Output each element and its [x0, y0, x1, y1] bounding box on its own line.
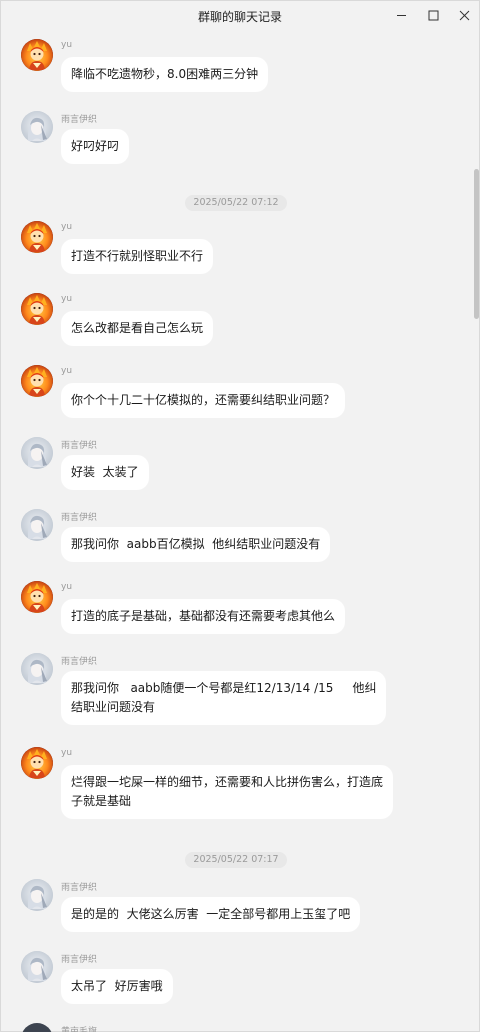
- message-bubble: 那我问你 aabb百亿模拟 他纠结职业问题没有: [61, 527, 331, 562]
- minimize-icon: [396, 10, 407, 21]
- avatar[interactable]: [21, 653, 53, 685]
- timestamp: 2025/05/22 07:12: [185, 195, 287, 211]
- timestamp-divider: 2025/05/22 07:12: [1, 190, 471, 211]
- message-bubble: 烂得跟一坨屎一样的细节，还需要和人比拼伤害么，打造底 子就是基础: [61, 765, 394, 819]
- avatar[interactable]: [21, 879, 53, 911]
- message-bubble: 降临不吃遗物秒，8.0困难两三分钟: [61, 57, 269, 92]
- sender-name: 雨言伊织: [61, 883, 98, 893]
- sender-name: yu: [61, 222, 73, 232]
- avatar[interactable]: [21, 581, 53, 613]
- maximize-button[interactable]: [419, 4, 447, 26]
- scrollbar-thumb[interactable]: [474, 169, 479, 319]
- close-button[interactable]: [450, 4, 478, 26]
- avatar[interactable]: [21, 747, 53, 779]
- sender-name: yu: [61, 748, 73, 758]
- timestamp: 2025/05/22 07:17: [185, 852, 287, 868]
- message-bubble: 是的是的 大佬这么厉害 一定全部号都用上玉玺了吧: [61, 897, 361, 932]
- message-bubble: 好装 太装了: [61, 455, 149, 490]
- avatar[interactable]: [21, 365, 53, 397]
- sender-name: yu: [61, 294, 73, 304]
- avatar[interactable]: [21, 39, 53, 71]
- sender-name: yu: [61, 366, 73, 376]
- maximize-icon: [428, 10, 439, 21]
- close-icon: [459, 10, 470, 21]
- sender-name: 雨言伊织: [61, 513, 98, 523]
- minimize-button[interactable]: [387, 4, 415, 26]
- sender-name: 雨言伊织: [61, 115, 98, 125]
- chat-history-list[interactable]: yu 降临不吃遗物秒，8.0困难两三分钟 雨言伊织 好叼好叼 2025/05/2…: [1, 31, 471, 1032]
- avatar[interactable]: [21, 951, 53, 983]
- sender-name: 雨言伊织: [61, 657, 98, 667]
- message-bubble: 你个个十几二十亿模拟的，还需要纠结职业问题？: [61, 383, 346, 418]
- sender-name: 黄亩毛旗: [61, 1027, 98, 1032]
- avatar[interactable]: [21, 509, 53, 541]
- message-bubble: 太吊了 好厉害哦: [61, 969, 173, 1004]
- avatar[interactable]: [21, 1023, 53, 1032]
- message-bubble: 打造的底子是基础，基础都没有还需要考虑其他么: [61, 599, 346, 634]
- sender-name: yu: [61, 40, 73, 50]
- avatar[interactable]: [21, 437, 53, 469]
- title-bar: 群聊的聊天记录: [1, 1, 479, 31]
- sender-name: 雨言伊织: [61, 955, 98, 965]
- avatar[interactable]: [21, 221, 53, 253]
- message-bubble: 打造不行就别怪职业不行: [61, 239, 214, 274]
- scrollbar[interactable]: [472, 31, 480, 1032]
- sender-name: 雨言伊织: [61, 441, 98, 451]
- message-bubble: 怎么改都是看自己怎么玩: [61, 311, 214, 346]
- message-bubble: 好叼好叼: [61, 129, 130, 164]
- timestamp-divider: 2025/05/22 07:17: [1, 847, 471, 868]
- avatar[interactable]: [21, 111, 53, 143]
- message-bubble: 那我问你 aabb随便一个号都是红12/13/14 /15 他纠 结职业问题没有: [61, 671, 387, 725]
- avatar[interactable]: [21, 293, 53, 325]
- sender-name: yu: [61, 582, 73, 592]
